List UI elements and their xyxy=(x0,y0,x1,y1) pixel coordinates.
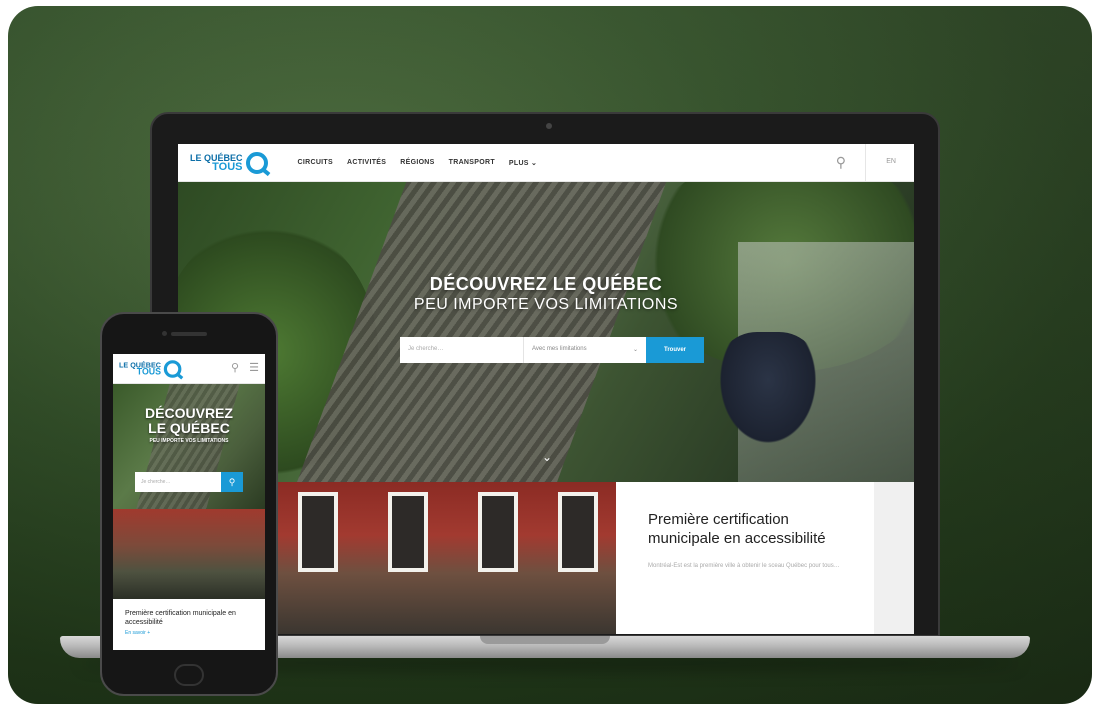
logo-q-icon xyxy=(245,151,268,174)
nav-item-circuits[interactable]: CIRCUITS xyxy=(298,159,333,167)
nav-item-plus[interactable]: PLUS ⌄ xyxy=(509,159,537,167)
mobile-hero: DÉCOUVREZ LE QUÉBEC PEU IMPORTE VOS LIMI… xyxy=(113,384,265,509)
find-button[interactable]: Trouver xyxy=(646,337,704,363)
hero-subtitle: PEU IMPORTE VOS LIMITATIONS xyxy=(413,296,679,313)
hero-search-bar: Je cherche… Avec mes limitations ⌄ Trouv… xyxy=(400,337,704,363)
hero-banner: DÉCOUVREZ LE QUÉBEC PEU IMPORTE VOS LIMI… xyxy=(178,182,914,482)
mobile-header: LE QUÉBEC TOUS ⚲ ☰ xyxy=(113,354,265,384)
header-divider xyxy=(865,144,866,182)
mobile-search-input[interactable]: Je cherche… xyxy=(135,472,221,492)
featured-card-text: Montréal-Est est la première ville à obt… xyxy=(648,563,840,569)
search-icon[interactable]: ⚲ xyxy=(231,361,239,374)
site-logo[interactable]: LE QUÉBEC TOUS xyxy=(190,151,268,174)
scroll-down-chevron-icon[interactable]: ⌄ xyxy=(542,450,552,464)
logo-big-text: TOUS xyxy=(212,160,243,173)
nav-item-transport[interactable]: TRANSPORT xyxy=(449,159,495,167)
phone-home-button xyxy=(174,664,204,686)
mobile-logo-text: LE QUÉBEC TOUS xyxy=(119,361,162,377)
laptop-notch xyxy=(480,636,610,644)
laptop-screen: LE QUÉBEC TOUS CIRCUITS ACTIVITÉS RÉGION… xyxy=(178,144,914,634)
phone-camera xyxy=(162,331,167,336)
photo-window xyxy=(298,492,338,572)
photo-window xyxy=(388,492,428,572)
logo-text: LE QUÉBEC TOUS xyxy=(190,153,243,173)
desktop-header: LE QUÉBEC TOUS CIRCUITS ACTIVITÉS RÉGION… xyxy=(178,144,914,182)
nav-item-activites[interactable]: ACTIVITÉS xyxy=(347,159,386,167)
laptop-camera xyxy=(546,123,552,129)
featured-card-title: Première certification municipale en acc… xyxy=(648,511,826,547)
photo-window xyxy=(558,492,598,572)
menu-icon[interactable]: ☰ xyxy=(249,361,259,374)
mobile-hero-title-2: LE QUÉBEC xyxy=(148,420,230,436)
mobile-card-link[interactable]: En savoir + xyxy=(125,630,253,636)
search-icon[interactable]: ⚲ xyxy=(836,154,846,171)
mobile-featured-photo xyxy=(113,509,265,599)
main-nav: CIRCUITS ACTIVITÉS RÉGIONS TRANSPORT PLU… xyxy=(298,159,538,167)
search-icon: ⚲ xyxy=(228,476,236,487)
chevron-down-icon: ⌄ xyxy=(632,347,638,353)
mobile-hero-title-1: DÉCOUVREZ xyxy=(145,405,233,421)
limitations-select[interactable]: Avec mes limitations ⌄ xyxy=(524,337,646,363)
mobile-logo-q-icon xyxy=(163,359,182,378)
featured-photo xyxy=(278,482,638,634)
phone-speaker xyxy=(171,332,207,336)
mobile-card-title: Première certification municipale en acc… xyxy=(125,610,236,626)
nav-item-regions[interactable]: RÉGIONS xyxy=(400,159,434,167)
hero-heading: DÉCOUVREZ LE QUÉBEC PEU IMPORTE VOS LIMI… xyxy=(178,274,914,314)
phone-screen: LE QUÉBEC TOUS ⚲ ☰ DÉCOUVREZ LE QUÉBEC P… xyxy=(113,354,265,650)
mobile-hero-subtitle: PEU IMPORTE VOS LIMITATIONS xyxy=(149,438,229,444)
mobile-search-bar: Je cherche… ⚲ xyxy=(135,472,243,492)
mobile-hero-heading: DÉCOUVREZ LE QUÉBEC PEU IMPORTE VOS LIMI… xyxy=(113,405,265,445)
hero-title: DÉCOUVREZ LE QUÉBEC xyxy=(429,274,663,294)
language-switch[interactable]: EN xyxy=(886,158,896,165)
mobile-search-button[interactable]: ⚲ xyxy=(221,472,243,492)
featured-card[interactable]: Première certification municipale en acc… xyxy=(616,482,874,634)
mobile-logo[interactable]: LE QUÉBEC TOUS xyxy=(119,359,182,378)
phone-device: LE QUÉBEC TOUS ⚲ ☰ DÉCOUVREZ LE QUÉBEC P… xyxy=(100,312,278,696)
featured-section: Première certification municipale en acc… xyxy=(178,482,914,634)
mobile-featured-card[interactable]: Première certification municipale en acc… xyxy=(113,599,265,650)
hero-wheelchair-user xyxy=(713,332,823,452)
limitations-select-value: Avec mes limitations xyxy=(532,346,587,352)
photo-window xyxy=(478,492,518,572)
mobile-logo-big: TOUS xyxy=(136,366,162,377)
search-input[interactable]: Je cherche… xyxy=(400,337,524,363)
